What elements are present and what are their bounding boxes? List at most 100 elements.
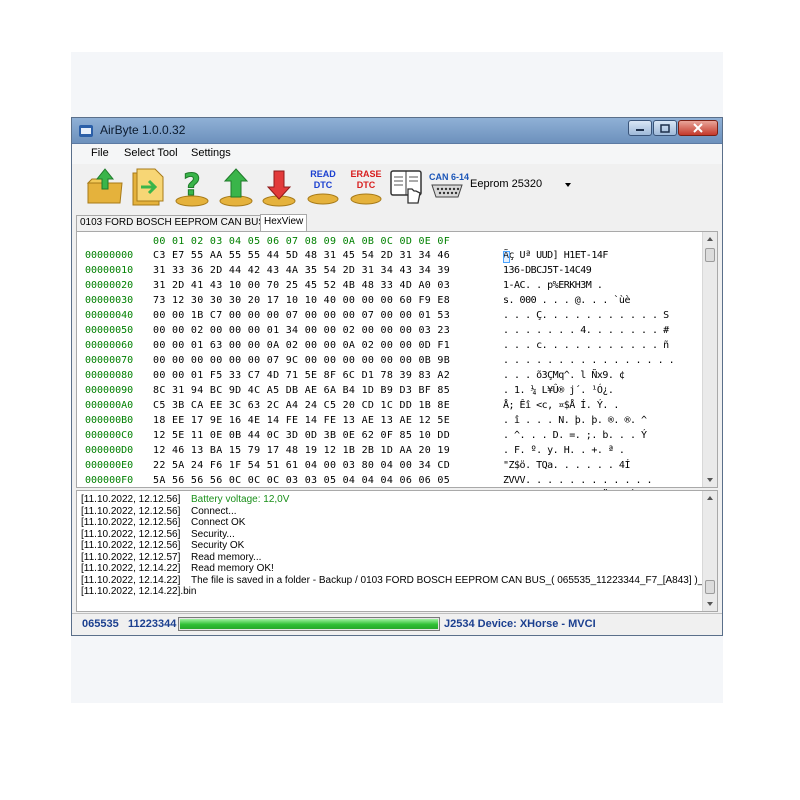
hex-address: 00000000 — [85, 250, 134, 261]
hex-bytes[interactable]: 00 00 02 00 00 00 01 34 00 00 02 00 00 0… — [153, 325, 450, 336]
hex-bytes[interactable]: 00 00 01 F5 33 C7 4D 71 5E 8F 6C D1 78 3… — [153, 370, 450, 381]
erase-dtc-button[interactable]: ERASE DTC — [344, 167, 388, 207]
toolbar: ? READ DTC ERASE DTC CAN 6-14 Eeprom 253… — [72, 164, 722, 214]
hex-ascii[interactable]: . 1. ¼ L¥Û® j´. ¹Ó¿. — [503, 385, 614, 396]
hex-ascii[interactable]: "Z$ö. TQa. . . . . . 4Í — [503, 460, 630, 471]
minimize-button[interactable] — [628, 120, 652, 136]
status-serial: 11223344 — [128, 618, 177, 630]
menu-settings[interactable]: Settings — [191, 147, 231, 159]
hex-bytes[interactable]: 31 2D 41 43 10 00 70 25 45 52 4B 48 33 4… — [153, 280, 450, 291]
hex-bytes[interactable]: 22 5A 24 F6 1F 54 51 61 04 00 03 80 04 0… — [153, 460, 450, 471]
hex-bytes[interactable]: 12 5E 11 0E 0B 44 0C 3D 0D 3B 0E 62 0F 8… — [153, 430, 450, 441]
hex-bytes[interactable]: 00 00 00 00 00 00 07 9C 00 00 00 00 00 0… — [153, 355, 450, 366]
tab-hexview[interactable]: HexView — [260, 214, 308, 231]
read-dtc-label-bottom: DTC — [313, 180, 333, 190]
hex-row[interactable]: 000000E0 22 5A 24 F6 1F 54 51 61 04 00 03… — [77, 460, 697, 475]
scroll-up-icon[interactable] — [707, 237, 713, 241]
hex-address: 00000050 — [85, 325, 134, 336]
hex-ascii[interactable]: . . . Ç. . . . . . . . . . . S — [503, 310, 669, 321]
hex-bytes[interactable]: 73 12 30 30 30 20 17 10 10 40 00 00 00 6… — [153, 295, 450, 306]
hex-ascii[interactable]: . . . c. . . . . . . . . . . ñ — [503, 340, 669, 351]
device-status: J2534 Device: XHorse - MVCI — [444, 618, 596, 630]
maximize-button[interactable] — [653, 120, 677, 136]
eeprom-select[interactable]: Eeprom 25320 — [470, 178, 575, 194]
hex-row[interactable]: 000000F0 5A 56 56 56 0C 0C 0C 03 03 05 04… — [77, 475, 697, 490]
erase-dtc-icon — [350, 193, 382, 205]
upload-arrow-icon[interactable] — [217, 167, 255, 207]
can-connector-icon[interactable] — [430, 183, 464, 199]
manual-icon[interactable] — [388, 167, 426, 207]
log-panel[interactable]: [11.10.2022, 12.12.56] Battery voltage: 1… — [76, 490, 718, 612]
hex-row[interactable]: 000000A0 C5 3B CA EE 3C 63 2C A4 24 C5 20… — [77, 400, 697, 415]
hex-row[interactable]: 00000050 00 00 02 00 00 00 01 34 00 00 02… — [77, 325, 697, 340]
hex-ascii[interactable]: Ãç Uª UUD] H1ET-14F — [503, 250, 608, 261]
hex-row[interactable]: 00000070 00 00 00 00 00 00 07 9C 00 00 00… — [77, 355, 697, 370]
hex-ascii[interactable]: . ^. . . D. =. ;. b. . . Ý — [503, 430, 647, 441]
open-file-icon[interactable] — [129, 167, 167, 207]
progress-fill — [180, 619, 438, 629]
hex-ascii[interactable]: . . . õ3ÇMq^. l Ñx9. ¢ — [503, 370, 625, 381]
hex-ascii[interactable]: . . . . . . . 4. . . . . . . # — [503, 325, 669, 336]
menu-select-tool[interactable]: Select Tool — [124, 147, 178, 159]
hex-view-panel[interactable]: 00 01 02 03 04 05 06 07 08 09 0A 0B 0C 0… — [76, 231, 718, 501]
hex-bytes[interactable]: 12 46 13 BA 15 79 17 48 19 12 1B 2B 1D A… — [153, 445, 450, 456]
tab-ford-bosch[interactable]: 0103 FORD BOSCH EEPROM CAN BUS — [76, 215, 270, 231]
hex-bytes[interactable]: C5 3B CA EE 3C 63 2C A4 24 C5 20 CD 1C D… — [153, 400, 450, 411]
chevron-down-icon[interactable] — [565, 183, 571, 187]
hex-ascii[interactable]: s. 000 . . . @. . . `ùè — [503, 295, 630, 306]
hex-row[interactable]: 00000090 8C 31 94 BC 9D 4C A5 DB AE 6A B4… — [77, 385, 697, 400]
window-title: AirByte 1.0.0.32 — [100, 123, 186, 137]
download-arrow-icon[interactable] — [260, 167, 298, 207]
hex-bytes[interactable]: 18 EE 17 9E 16 4E 14 FE 14 FE 13 AE 13 A… — [153, 415, 450, 426]
hex-row[interactable]: 00000010 31 33 36 2D 44 42 43 4A 35 54 2D… — [77, 265, 697, 280]
open-folder-icon[interactable] — [86, 167, 124, 207]
scroll-up-icon[interactable] — [707, 496, 713, 500]
hex-address: 00000030 — [85, 295, 134, 306]
hex-address: 000000D0 — [85, 445, 134, 456]
hex-row[interactable]: 000000D0 12 46 13 BA 15 79 17 48 19 12 1B… — [77, 445, 697, 460]
hex-ascii[interactable]: ZVVV. . . . . . . . . . . . — [503, 475, 653, 486]
progress-bar — [178, 617, 440, 631]
title-bar[interactable]: AirByte 1.0.0.32 — [72, 118, 722, 144]
close-button[interactable] — [678, 120, 718, 136]
hex-address: 000000B0 — [85, 415, 134, 426]
scroll-down-icon[interactable] — [707, 602, 713, 606]
menu-file[interactable]: File — [91, 147, 109, 159]
hex-bytes[interactable]: 31 33 36 2D 44 42 43 4A 35 54 2D 31 34 4… — [153, 265, 450, 276]
hex-row[interactable]: 00000020 31 2D 41 43 10 00 70 25 45 52 4B… — [77, 280, 697, 295]
hex-scrollbar[interactable] — [702, 232, 717, 487]
hex-ascii[interactable]: 136-DBCJ5T-14C49 — [503, 265, 592, 276]
scroll-thumb[interactable] — [705, 248, 715, 262]
hex-row[interactable]: 00000000 C3 E7 55 AA 55 55 44 5D 48 31 45… — [77, 250, 697, 265]
hex-row[interactable]: 000000B0 18 EE 17 9E 16 4E 14 FE 14 FE 13… — [77, 415, 697, 430]
read-dtc-button[interactable]: READ DTC — [301, 167, 345, 207]
hex-row[interactable]: 000000C0 12 5E 11 0E 0B 44 0C 3D 0D 3B 0E… — [77, 430, 697, 445]
status-bar: 065535 11223344 J2534 Device: XHorse - M… — [72, 613, 722, 635]
hex-row[interactable]: 00000080 00 00 01 F5 33 C7 4D 71 5E 8F 6C… — [77, 370, 697, 385]
hex-ascii[interactable]: . î . . . N. þ. þ. ®. ®. ^ — [503, 415, 647, 426]
help-icon[interactable]: ? — [173, 167, 211, 207]
hex-bytes[interactable]: 8C 31 94 BC 9D 4C A5 DB AE 6A B4 1D B9 D… — [153, 385, 450, 396]
log-message: Security... — [191, 528, 235, 540]
hex-row[interactable]: 00000030 73 12 30 30 30 20 17 10 10 40 00… — [77, 295, 697, 310]
hex-ascii[interactable]: . . . . . . . . . . . . . . . . — [503, 355, 675, 366]
hex-bytes[interactable]: 00 00 1B C7 00 00 00 07 00 00 00 07 00 0… — [153, 310, 450, 321]
hex-bytes[interactable]: 5A 56 56 56 0C 0C 0C 03 03 05 04 04 04 0… — [153, 475, 450, 486]
hex-bytes[interactable]: 00 00 01 63 00 00 0A 02 00 00 0A 02 00 0… — [153, 340, 450, 351]
hex-ascii[interactable]: 1-AC. . p%ERKH3M . — [503, 280, 603, 291]
hex-cursor — [503, 251, 510, 263]
hex-ascii[interactable]: Å; Êî <c, ¤$Å Í. Ý. . — [503, 400, 619, 411]
log-timestamp: [11.10.2022, 12.12.56] — [81, 528, 181, 540]
scroll-thumb[interactable] — [705, 580, 715, 594]
hex-bytes[interactable]: C3 E7 55 AA 55 55 44 5D 48 31 45 54 2D 3… — [153, 250, 450, 261]
log-message: The file is saved in a folder - Backup /… — [191, 574, 709, 586]
log-scrollbar[interactable] — [702, 491, 717, 611]
log-message: Read memory... — [191, 551, 262, 563]
minimize-icon — [636, 129, 644, 131]
scroll-down-icon[interactable] — [707, 478, 713, 482]
log-message: Battery voltage: 12,0V — [191, 494, 290, 505]
hex-row[interactable]: 00000060 00 00 01 63 00 00 0A 02 00 00 0A… — [77, 340, 697, 355]
hex-column-header: 00 01 02 03 04 05 06 07 08 09 0A 0B 0C 0… — [153, 236, 451, 247]
hex-ascii[interactable]: . F. º. y. H. . +. ª . — [503, 445, 625, 456]
hex-row[interactable]: 00000040 00 00 1B C7 00 00 00 07 00 00 00… — [77, 310, 697, 325]
